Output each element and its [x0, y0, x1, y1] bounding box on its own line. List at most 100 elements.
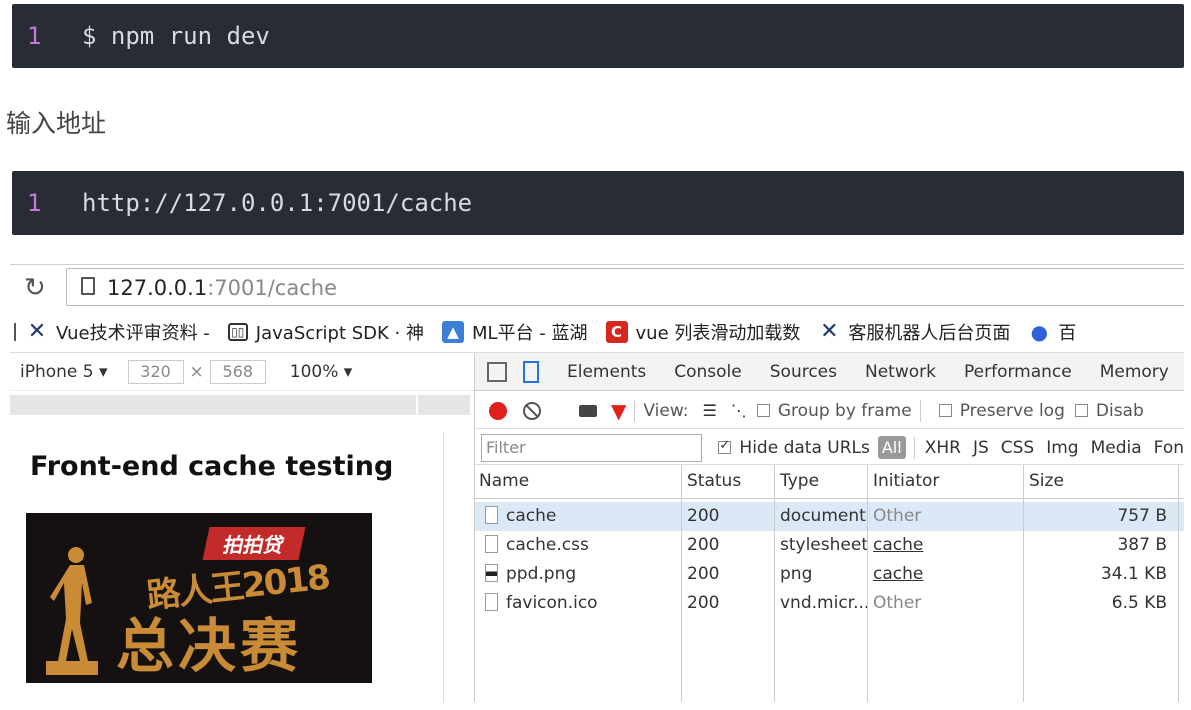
paw-icon: ●: [1030, 319, 1049, 344]
request-initiator-link[interactable]: cache: [869, 535, 923, 555]
book-icon: ▯▯: [227, 322, 248, 341]
device-height-input[interactable]: 568: [209, 359, 266, 384]
devtools-panel: Elements Console Sources Network Perform…: [474, 353, 1184, 702]
address-bar[interactable]: 127.0.0.1:7001/cache: [66, 268, 1184, 306]
request-initiator-link[interactable]: cache: [869, 564, 923, 584]
tab-elements[interactable]: Elements: [567, 362, 646, 382]
preserve-log-label: Preserve log: [959, 400, 1065, 421]
request-size: 6.5 KB: [1111, 593, 1167, 613]
type-filter-js[interactable]: JS: [973, 438, 989, 458]
bookmark-label: ML平台 - 蓝湖: [472, 322, 588, 344]
c-logo-icon: C: [605, 320, 628, 343]
column-type-header[interactable]: Type: [776, 471, 819, 491]
request-initiator: Other: [873, 593, 922, 613]
url-path: :7001/cache: [207, 276, 337, 300]
toolbar-divider: [634, 399, 636, 422]
player-figure-icon: [46, 547, 98, 675]
inspect-element-icon[interactable]: [487, 361, 507, 382]
request-name: favicon.ico: [481, 593, 598, 613]
bookmark-baidu[interactable]: ● 百: [1028, 319, 1077, 345]
group-by-frame-checkbox[interactable]: [756, 404, 770, 417]
hide-data-urls-checkbox[interactable]: [718, 438, 732, 454]
type-filter-font[interactable]: Fon: [1154, 438, 1184, 458]
column-divider: [1178, 465, 1179, 702]
media-query-ruler[interactable]: [10, 395, 470, 415]
device-viewport: iPhone 5 ▾ 320 × 568 100% ▾ Front-end ca…: [10, 353, 474, 702]
tab-performance[interactable]: Performance: [964, 362, 1072, 382]
type-filter-media[interactable]: Media: [1091, 438, 1142, 458]
prose-paragraph: 输入地址: [6, 109, 107, 138]
list-view-icon[interactable]: ☰: [703, 401, 717, 420]
type-filter-xhr[interactable]: XHR: [925, 438, 961, 458]
image-file-icon: [485, 564, 498, 582]
preserve-log-checkbox[interactable]: [938, 404, 952, 417]
table-row[interactable]: ppd.png 200 png cache 34.1 KB: [475, 560, 1184, 589]
filter-icon[interactable]: ▼: [611, 399, 626, 423]
table-row[interactable]: favicon.ico 200 vnd.micr... Other 6.5 KB: [475, 589, 1184, 618]
device-toolbar: iPhone 5 ▾ 320 × 568 100% ▾: [10, 353, 474, 391]
bookmark-ml-platform[interactable]: ▲ ML平台 - 蓝湖: [442, 319, 588, 345]
column-name-header[interactable]: Name: [475, 471, 529, 491]
group-by-frame-option[interactable]: Group by frame: [756, 400, 912, 421]
column-size-header[interactable]: Size: [1025, 471, 1064, 491]
tab-network[interactable]: Network: [865, 362, 936, 382]
table-row[interactable]: cache.css 200 stylesheet cache 387 B: [475, 531, 1184, 560]
filter-input[interactable]: Filter: [481, 433, 703, 462]
table-row[interactable]: cache 200 document Other 757 B: [475, 502, 1184, 531]
page-info-icon[interactable]: [81, 277, 95, 295]
request-initiator: Other: [873, 506, 922, 526]
filter-divider: [913, 436, 915, 459]
code-line: http://127.0.0.1:7001/cache: [82, 189, 473, 217]
type-filter-img[interactable]: Img: [1046, 438, 1078, 458]
bookmark-label: 百: [1058, 322, 1077, 344]
type-filter-all[interactable]: All: [877, 436, 906, 459]
bookmark-bot-admin[interactable]: ✕ 客服机器人后台页面: [818, 319, 1010, 345]
zoom-select[interactable]: 100% ▾: [290, 362, 353, 382]
type-filter-css[interactable]: CSS: [1001, 438, 1034, 458]
bookmark-vue-list[interactable]: C vue 列表滑动加载数: [605, 319, 800, 345]
request-size: 387 B: [1117, 535, 1167, 555]
request-status: 200: [687, 564, 720, 584]
bookmark-vue-review[interactable]: ✕ Vue技术评审资料 -: [26, 319, 210, 345]
clear-icon[interactable]: [523, 401, 541, 420]
record-icon[interactable]: [489, 401, 507, 420]
device-select[interactable]: iPhone 5 ▾: [20, 362, 108, 382]
tab-sources[interactable]: Sources: [770, 362, 837, 382]
bookmark-label: Vue技术评审资料 -: [56, 322, 210, 344]
request-status: 200: [687, 593, 720, 613]
browser-screenshot: ↻ 127.0.0.1:7001/cache ✕ Vue技术评审资料 - ▯▯ …: [10, 264, 1184, 702]
line-number: 1: [27, 189, 42, 217]
hide-data-urls-option[interactable]: Hide data URLs: [718, 438, 870, 458]
toolbar-divider: [919, 399, 921, 422]
zoom-value: 100%: [289, 361, 339, 382]
device-toggle-icon[interactable]: [523, 360, 539, 383]
address-text[interactable]: 127.0.0.1:7001/cache: [107, 276, 337, 300]
tab-memory[interactable]: Memory: [1100, 362, 1169, 382]
disable-cache-option[interactable]: Disab: [1074, 400, 1144, 421]
column-initiator-header[interactable]: Initiator: [869, 471, 939, 491]
page-title: Front-end cache testing: [30, 451, 394, 482]
request-type: png: [780, 564, 813, 584]
request-type: vnd.micr...: [780, 593, 870, 613]
devtools-tabs: Elements Console Sources Network Perform…: [475, 353, 1184, 391]
capture-screenshots-icon[interactable]: [579, 404, 597, 417]
column-status-header[interactable]: Status: [683, 471, 741, 491]
reload-icon[interactable]: ↻: [24, 273, 46, 303]
group-by-frame-label: Group by frame: [777, 400, 912, 421]
waterfall-view-icon[interactable]: ⋱: [731, 401, 747, 420]
device-width-input[interactable]: 320: [127, 359, 184, 384]
request-name: ppd.png: [481, 564, 576, 584]
bookmark-js-sdk[interactable]: ▯▯ JavaScript SDK · 神: [227, 319, 425, 345]
address-bar-row: ↻ 127.0.0.1:7001/cache: [10, 265, 1184, 309]
tab-console[interactable]: Console: [674, 362, 742, 382]
network-requests-table: Name Status Type Initiator Size cache 20…: [475, 465, 1184, 702]
preserve-log-option[interactable]: Preserve log: [938, 400, 1065, 421]
code-block-npm: 1 $ npm run dev: [12, 4, 1184, 68]
bookmark-label: JavaScript SDK · 神: [255, 322, 425, 344]
bookmarks-separator: [14, 322, 16, 341]
dimension-times: ×: [189, 361, 204, 382]
column-divider: [774, 465, 775, 702]
disable-cache-label: Disab: [1095, 400, 1144, 421]
disable-cache-checkbox[interactable]: [1074, 404, 1088, 417]
url-host: 127.0.0.1: [107, 276, 208, 300]
